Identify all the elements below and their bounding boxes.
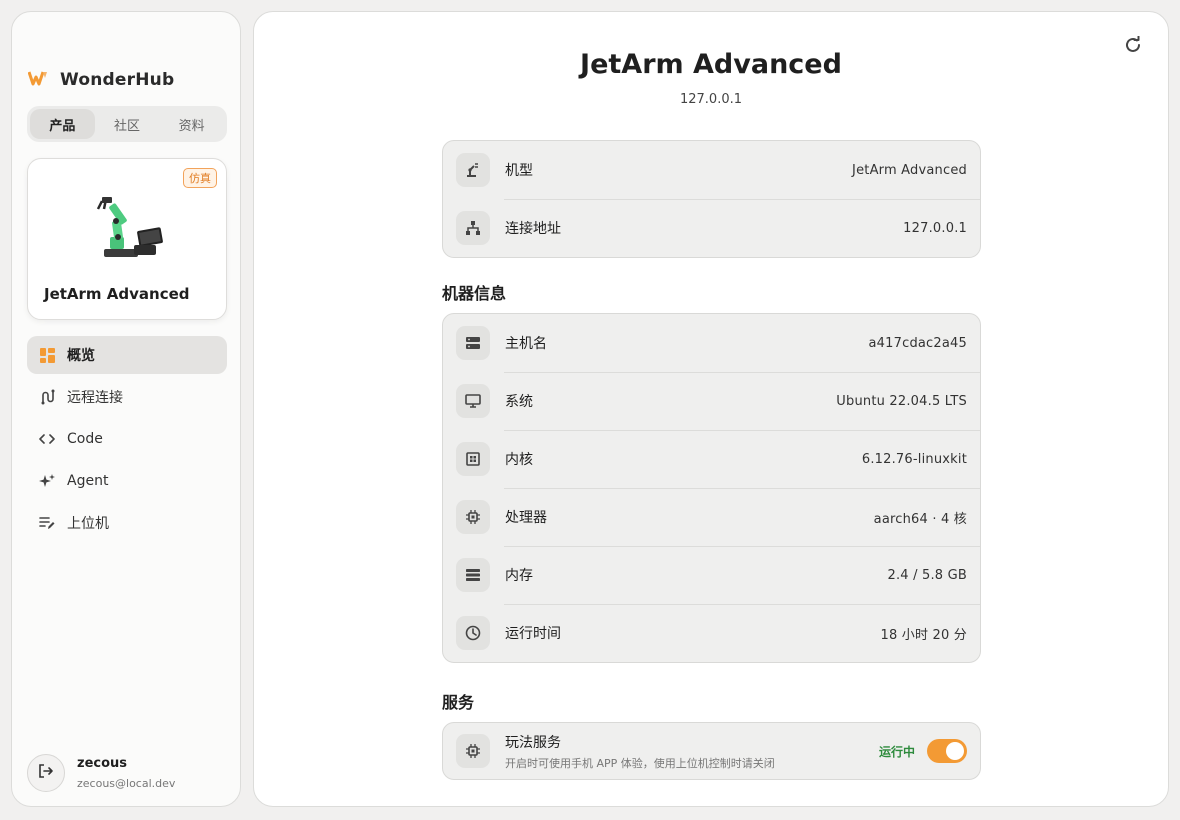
list-item: 处理器 aarch64 · 4 核 xyxy=(443,488,980,546)
route-icon xyxy=(39,389,55,405)
row-label: 系统 xyxy=(505,394,533,410)
list-item: 主机名 a417cdac2a45 xyxy=(443,314,980,372)
user-name: zecous xyxy=(77,756,128,771)
row-label: 运行时间 xyxy=(505,626,561,642)
row-value: 18 小时 20 分 xyxy=(880,627,967,643)
robot-arm-icon xyxy=(456,153,490,187)
list-item: 玩法服务 开启时可使用手机 APP 体验，使用上位机控制时请关闭 运行中 xyxy=(443,723,980,779)
network-icon xyxy=(456,211,490,245)
user-panel: zecous zecous@local.dev xyxy=(27,754,175,792)
sparkles-icon xyxy=(39,473,55,489)
clock-icon xyxy=(456,616,490,650)
sidebar-item-label: Code xyxy=(67,431,103,447)
service-status: 运行中 xyxy=(878,744,915,759)
wonderhub-logo-icon xyxy=(27,70,50,90)
service-description: 开启时可使用手机 APP 体验，使用上位机控制时请关闭 xyxy=(505,756,775,770)
sidebar-item-label: 上位机 xyxy=(67,516,109,532)
page-subtitle: 127.0.0.1 xyxy=(679,92,743,107)
service-title: 玩法服务 xyxy=(505,734,561,751)
row-label: 内核 xyxy=(505,452,533,468)
page-title: JetArm Advanced xyxy=(580,49,842,80)
row-value: 127.0.0.1 xyxy=(903,220,967,236)
sidebar-nav: 概览 远程连接 Code Agent 上位机 xyxy=(27,336,227,546)
list-item: 运行时间 18 小时 20 分 xyxy=(443,604,980,662)
device-summary-group: 机型 JetArm Advanced 连接地址 127.0.0.1 xyxy=(442,140,981,258)
services-group: 玩法服务 开启时可使用手机 APP 体验，使用上位机控制时请关闭 运行中 xyxy=(442,722,981,780)
cpu-icon xyxy=(456,500,490,534)
list-item: 机型 JetArm Advanced xyxy=(443,141,980,199)
row-label: 机型 xyxy=(505,163,533,179)
tab-community[interactable]: 社区 xyxy=(95,109,160,139)
sidebar-item-label: 远程连接 xyxy=(67,390,123,406)
services-title: 服务 xyxy=(442,693,475,712)
user-email: zecous@local.dev xyxy=(77,777,176,790)
row-value: JetArm Advanced xyxy=(852,162,967,178)
row-value: Ubuntu 22.04.5 LTS xyxy=(836,393,967,409)
row-value: a417cdac2a45 xyxy=(868,335,967,351)
logout-icon xyxy=(38,763,54,783)
list-item: 内核 6.12.76-linuxkit xyxy=(443,430,980,488)
sidebar-item-remote[interactable]: 远程连接 xyxy=(27,378,227,416)
sidebar-item-overview[interactable]: 概览 xyxy=(27,336,227,374)
kernel-icon xyxy=(456,442,490,476)
row-label: 内存 xyxy=(505,568,533,584)
code-icon xyxy=(39,431,55,447)
brand[interactable]: WonderHub xyxy=(27,70,175,90)
toggle-knob xyxy=(946,742,964,760)
edit-list-icon xyxy=(39,515,55,531)
sidebar-item-code[interactable]: Code xyxy=(27,420,227,458)
device-name: JetArm Advanced xyxy=(44,285,190,303)
robot-arm-image xyxy=(94,191,166,267)
row-label: 连接地址 xyxy=(505,221,561,237)
brand-name: WonderHub xyxy=(60,70,175,90)
row-label: 处理器 xyxy=(505,510,547,526)
list-item: 内存 2.4 / 5.8 GB xyxy=(443,546,980,604)
list-item: 连接地址 127.0.0.1 xyxy=(443,199,980,257)
tab-resources[interactable]: 资料 xyxy=(159,109,224,139)
sidebar-item-agent[interactable]: Agent xyxy=(27,462,227,500)
sidebar-item-host[interactable]: 上位机 xyxy=(27,504,227,542)
row-value: 2.4 / 5.8 GB xyxy=(887,567,967,583)
simulation-badge: 仿真 xyxy=(183,168,217,188)
machine-info-title: 机器信息 xyxy=(442,284,507,303)
logout-button[interactable] xyxy=(27,754,65,792)
sidebar: WonderHub 产品 社区 资料 仿真 JetArm Advanced 概览… xyxy=(11,11,241,807)
device-card[interactable]: 仿真 JetArm Advanced xyxy=(27,158,227,320)
dashboard-icon xyxy=(39,347,55,363)
tab-products[interactable]: 产品 xyxy=(30,109,95,139)
row-value: 6.12.76-linuxkit xyxy=(861,451,967,467)
monitor-icon xyxy=(456,384,490,418)
sidebar-item-label: Agent xyxy=(67,473,109,489)
service-toggle[interactable] xyxy=(927,739,967,763)
list-item: 系统 Ubuntu 22.04.5 LTS xyxy=(443,372,980,430)
sidebar-item-label: 概览 xyxy=(67,348,95,364)
memory-icon xyxy=(456,558,490,592)
cpu-icon xyxy=(456,734,490,768)
row-value: aarch64 · 4 核 xyxy=(873,511,967,527)
machine-info-group: 主机名 a417cdac2a45 系统 Ubuntu 22.04.5 LTS 内… xyxy=(442,313,981,663)
main-panel: JetArm Advanced 127.0.0.1 机型 JetArm Adva… xyxy=(253,11,1169,807)
section-switcher: 产品 社区 资料 xyxy=(27,106,227,142)
row-label: 主机名 xyxy=(505,336,547,352)
server-icon xyxy=(456,326,490,360)
